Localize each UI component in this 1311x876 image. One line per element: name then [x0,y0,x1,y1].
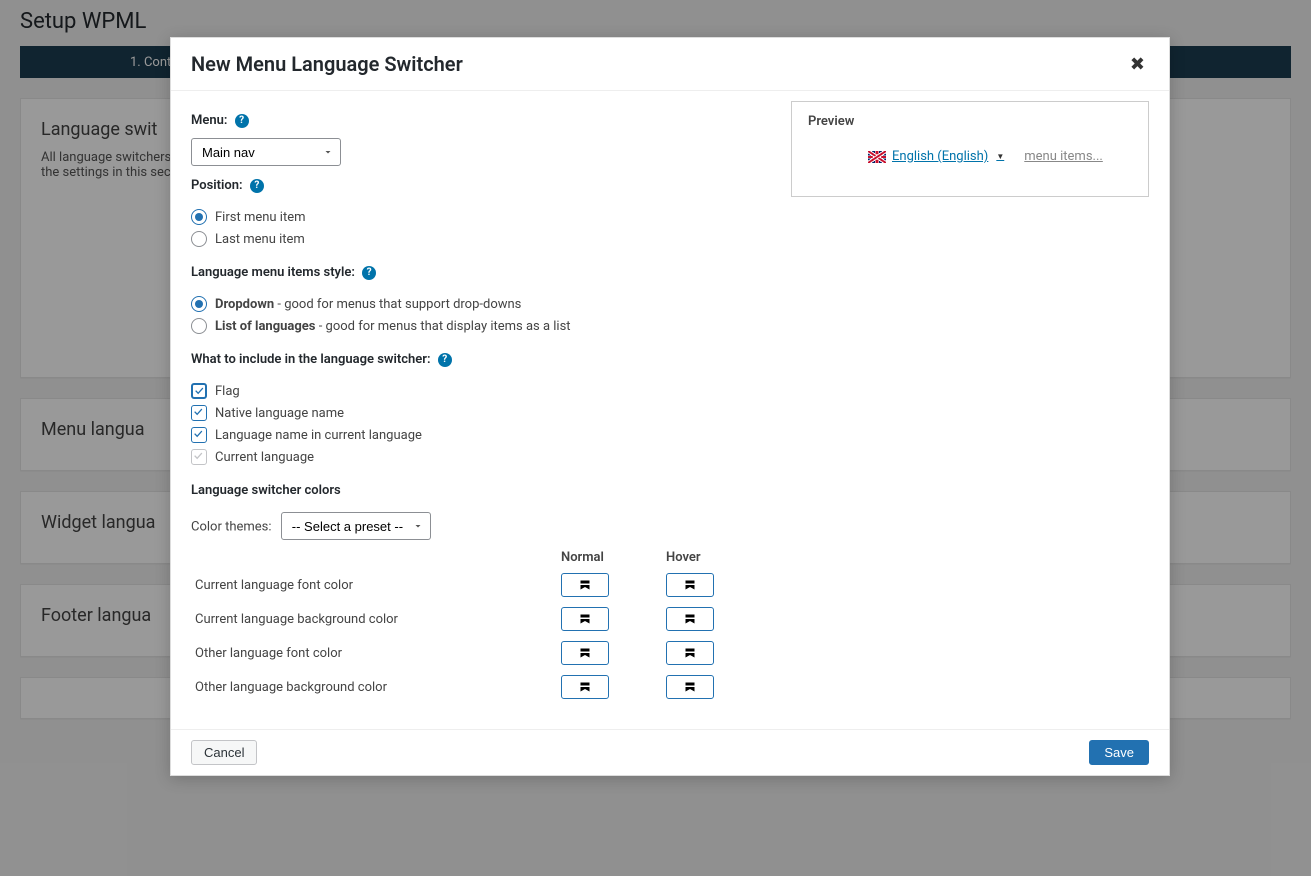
chevron-down-icon: ▼ [996,152,1004,161]
color-swatch-icon [579,613,591,625]
color-swatch-icon [579,647,591,659]
radio-last-menu-item[interactable] [191,231,207,247]
radio-row-list[interactable]: List of languages - good for menus that … [191,318,771,334]
help-icon[interactable]: ? [250,179,264,193]
help-icon[interactable]: ? [438,353,452,367]
radio-row-first-item[interactable]: First menu item [191,209,771,225]
color-row-label: Current language font color [191,578,561,593]
label-menu: Menu: [191,113,227,128]
checkbox-native-name[interactable] [191,405,207,421]
check-label: Language name in current language [215,428,422,443]
radio-first-menu-item[interactable] [191,209,207,225]
check-label: Native language name [215,406,344,421]
color-row-label: Other language font color [191,646,561,661]
color-theme-select[interactable]: -- Select a preset -- [281,512,431,540]
color-row: Current language background color [191,607,771,631]
check-row-current-language: Current language [191,449,771,465]
color-row: Other language background color [191,675,771,699]
color-row: Other language font color [191,641,771,665]
preview-language-link[interactable]: English (English) ▼ [868,149,1004,164]
label-colors: Language switcher colors [191,483,341,498]
radio-dropdown[interactable] [191,296,207,312]
modal-language-switcher: New Menu Language Switcher ✖ Menu: ? Mai… [170,37,1170,776]
save-button[interactable]: Save [1089,740,1149,765]
color-swatch-icon [684,613,696,625]
menu-select[interactable]: Main nav [191,138,341,166]
color-table-header: Normal Hover [191,550,771,565]
radio-label: Dropdown - good for menus that support d… [215,297,521,312]
preview-content: English (English) ▼ menu items... [808,149,1132,184]
radio-row-dropdown[interactable]: Dropdown - good for menus that support d… [191,296,771,312]
checkbox-current-lang-name[interactable] [191,427,207,443]
checkbox-flag[interactable] [191,383,207,399]
color-swatch-icon [684,681,696,693]
header-hover: Hover [666,550,771,565]
color-picker-normal[interactable] [561,607,609,631]
cancel-button[interactable]: Cancel [191,740,257,765]
label-color-themes: Color themes: [191,520,272,535]
color-picker-normal[interactable] [561,573,609,597]
modal-body: Menu: ? Main nav Position: ? First menu … [171,91,1169,729]
color-picker-normal[interactable] [561,675,609,699]
radio-list[interactable] [191,318,207,334]
color-row-label: Other language background color [191,680,561,695]
preview-title: Preview [808,114,1132,129]
color-swatch-icon [684,647,696,659]
radio-label: First menu item [215,210,306,225]
color-table: Normal Hover Current language font color… [191,550,771,699]
label-include: What to include in the language switcher… [191,352,431,367]
color-picker-hover[interactable] [666,641,714,665]
header-normal: Normal [561,550,666,565]
close-icon[interactable]: ✖ [1126,54,1149,75]
flag-uk-icon [868,151,886,163]
check-label: Current language [215,450,314,465]
color-row-label: Current language background color [191,612,561,627]
label-style: Language menu items style: [191,265,355,280]
checkbox-current-language [191,449,207,465]
color-picker-hover[interactable] [666,573,714,597]
radio-label: Last menu item [215,232,305,247]
modal-title: New Menu Language Switcher [191,52,463,76]
color-swatch-icon [684,579,696,591]
modal-footer: Cancel Save [171,729,1169,775]
help-icon[interactable]: ? [362,266,376,280]
modal-header: New Menu Language Switcher ✖ [171,38,1169,91]
check-row-native-name[interactable]: Native language name [191,405,771,421]
color-picker-hover[interactable] [666,607,714,631]
preview-box: Preview English (English) ▼ menu items..… [791,101,1149,197]
color-swatch-icon [579,579,591,591]
color-swatch-icon [579,681,591,693]
preview-language-text: English (English) [892,149,988,164]
radio-label: List of languages - good for menus that … [215,319,571,334]
preview-menu-items: menu items... [1024,149,1103,164]
modal-right-column: Preview English (English) ▼ menu items..… [791,101,1149,709]
check-label: Flag [215,384,240,399]
color-picker-hover[interactable] [666,675,714,699]
check-row-current-lang-name[interactable]: Language name in current language [191,427,771,443]
check-row-flag[interactable]: Flag [191,383,771,399]
label-position: Position: [191,178,243,193]
color-row: Current language font color [191,573,771,597]
color-picker-normal[interactable] [561,641,609,665]
modal-left-column: Menu: ? Main nav Position: ? First menu … [191,101,771,709]
radio-row-last-item[interactable]: Last menu item [191,231,771,247]
help-icon[interactable]: ? [235,114,249,128]
